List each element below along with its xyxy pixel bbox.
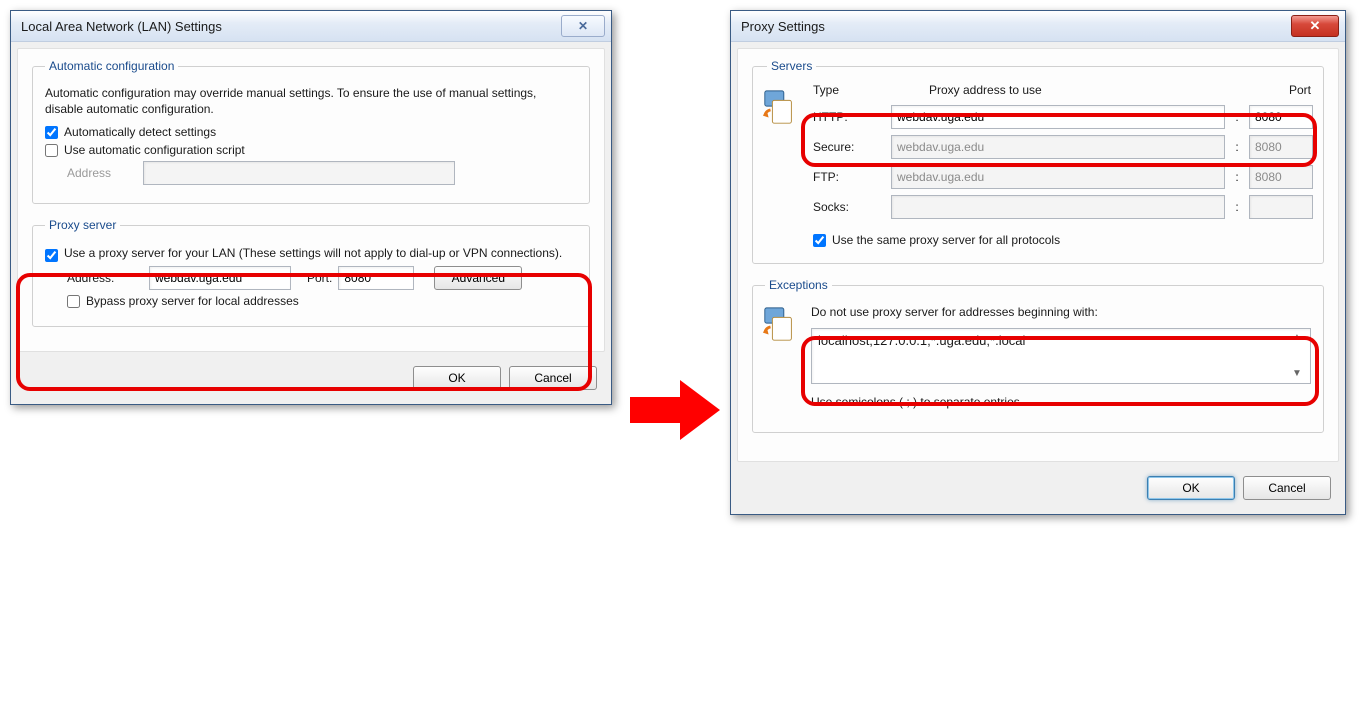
exceptions-legend: Exceptions (765, 278, 832, 292)
auto-address-label: Address (67, 166, 143, 180)
scrollbar[interactable]: ▲ ▼ (1292, 333, 1308, 379)
bypass-label: Bypass proxy server for local addresses (86, 294, 299, 308)
head-addr: Proxy address to use (929, 83, 1241, 97)
server-row-label: FTP: (813, 170, 883, 184)
exceptions-textarea[interactable]: localhost;127.0.0.1;*.uga.edu;*.local (818, 333, 1292, 379)
proxy-address-label: Address: (67, 271, 143, 285)
automatic-configuration-group: Automatic configuration Automatic config… (32, 59, 590, 204)
server-port-input (1249, 195, 1313, 219)
servers-legend: Servers (767, 59, 816, 73)
server-port-input[interactable] (1249, 105, 1313, 129)
close-icon[interactable] (561, 15, 605, 37)
scroll-down-icon[interactable]: ▼ (1292, 369, 1308, 379)
lan-cancel-button[interactable]: Cancel (509, 366, 597, 390)
proxy-port-label: Port: (307, 271, 332, 285)
proxy-address-input[interactable] (149, 266, 291, 290)
arrow-icon (630, 375, 720, 445)
servers-group: Servers Type Proxy address to use Port H… (752, 59, 1324, 264)
prx-title: Proxy Settings (741, 19, 1287, 34)
auto-script-label: Use automatic configuration script (64, 143, 245, 157)
colon: : (1233, 110, 1241, 124)
lan-ok-button[interactable]: OK (413, 366, 501, 390)
server-address-input[interactable] (891, 105, 1225, 129)
bypass-checkbox[interactable] (67, 295, 80, 308)
exceptions-desc: Do not use proxy server for addresses be… (811, 304, 1311, 320)
same-proxy-checkbox[interactable] (813, 234, 826, 247)
server-icon (761, 306, 799, 344)
server-row-label: Secure: (813, 140, 883, 154)
lan-title: Local Area Network (LAN) Settings (21, 19, 557, 34)
advanced-button[interactable]: Advanced (434, 266, 522, 290)
scroll-up-icon[interactable]: ▲ (1292, 333, 1308, 343)
colon: : (1233, 200, 1241, 214)
server-row-label: HTTP: (813, 110, 883, 124)
server-row-label: Socks: (813, 200, 883, 214)
server-port-input (1249, 135, 1313, 159)
prx-ok-button[interactable]: OK (1147, 476, 1235, 500)
proxy-port-input[interactable] (338, 266, 414, 290)
server-address-input (891, 195, 1225, 219)
auto-script-checkbox[interactable] (45, 144, 58, 157)
server-address-input (891, 165, 1225, 189)
server-icon (761, 89, 799, 127)
auto-legend: Automatic configuration (45, 59, 178, 73)
auto-desc: Automatic configuration may override man… (45, 85, 577, 117)
server-address-input (891, 135, 1225, 159)
proxy-legend: Proxy server (45, 218, 120, 232)
head-type: Type (813, 83, 929, 97)
lan-titlebar[interactable]: Local Area Network (LAN) Settings (11, 11, 611, 42)
colon: : (1233, 140, 1241, 154)
same-proxy-label: Use the same proxy server for all protoc… (832, 233, 1060, 247)
colon: : (1233, 170, 1241, 184)
proxy-settings-dialog: Proxy Settings Servers Type Proxy addres… (730, 10, 1346, 515)
lan-settings-dialog: Local Area Network (LAN) Settings Automa… (10, 10, 612, 405)
auto-detect-checkbox[interactable] (45, 126, 58, 139)
server-port-input (1249, 165, 1313, 189)
auto-detect-label: Automatically detect settings (64, 125, 216, 139)
exceptions-group: Exceptions Do not use proxy server for a… (752, 278, 1324, 433)
close-icon[interactable] (1291, 15, 1339, 37)
exceptions-hint: Use semicolons ( ; ) to separate entries… (811, 394, 1311, 410)
proxy-server-group: Proxy server Use a proxy server for your… (32, 218, 590, 327)
prx-titlebar[interactable]: Proxy Settings (731, 11, 1345, 42)
head-port: Port (1241, 83, 1311, 97)
use-proxy-checkbox[interactable] (45, 249, 58, 262)
prx-cancel-button[interactable]: Cancel (1243, 476, 1331, 500)
use-proxy-label: Use a proxy server for your LAN (These s… (64, 246, 562, 260)
auto-address-input (143, 161, 455, 185)
